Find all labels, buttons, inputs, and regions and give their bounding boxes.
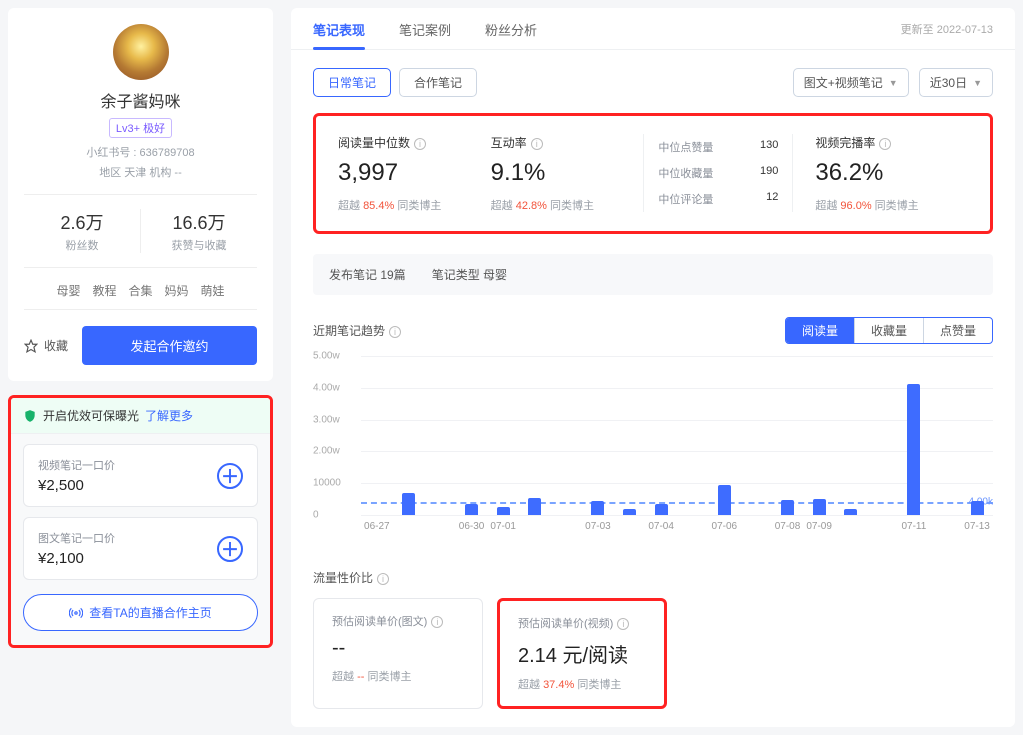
x-tick: 07-06 bbox=[712, 521, 738, 532]
chart-bar[interactable]: 06-30 bbox=[465, 504, 478, 515]
stat-read: 阅读量中位数i 3,997 超越 85.4% 同类博主 bbox=[338, 134, 491, 213]
cpp-value: 2.14 元/阅读 bbox=[518, 639, 646, 668]
add-video-price-button[interactable]: ＋ bbox=[217, 463, 243, 489]
tag[interactable]: 母婴 bbox=[56, 282, 80, 299]
chart-bar[interactable] bbox=[623, 509, 636, 515]
select-range[interactable]: 近30日▼ bbox=[919, 68, 993, 97]
meta-strip: 发布笔记 19篇 笔记类型 母婴 bbox=[313, 254, 993, 295]
chart-bar[interactable]: 07-01 bbox=[497, 507, 510, 515]
stats-summary: 阅读量中位数i 3,997 超越 85.4% 同类博主 互动率i 9.1% 超越… bbox=[313, 113, 993, 234]
stat-mids: 中位点赞量130 中位收藏量190 中位评论量12 bbox=[643, 134, 793, 212]
chart-bar[interactable]: 07-13 bbox=[971, 501, 984, 515]
update-time: 更新至 2022-07-13 bbox=[901, 21, 993, 37]
chart-bar[interactable]: 07-11 bbox=[907, 384, 920, 515]
region-line: 地区 天津 机构 -- bbox=[24, 164, 257, 180]
x-tick: 07-01 bbox=[490, 521, 516, 532]
x-tick: 07-09 bbox=[806, 521, 832, 532]
invite-button[interactable]: 发起合作邀约 bbox=[82, 326, 257, 365]
view-live-button[interactable]: 查看TA的直播合作主页 bbox=[23, 594, 258, 631]
price-card-image: 图文笔记一口价 ¥2,100 ＋ bbox=[23, 517, 258, 580]
price-card-video: 视频笔记一口价 ¥2,500 ＋ bbox=[23, 444, 258, 507]
chart-bar[interactable]: 07-09 bbox=[813, 499, 826, 515]
stat-read-value: 3,997 bbox=[338, 159, 469, 187]
chevron-down-icon: ▼ bbox=[889, 78, 898, 88]
profile-tags: 母婴 教程 合集 妈妈 萌娃 bbox=[24, 267, 257, 310]
profile-card: 余子酱妈咪 Lv3+ 极好 小红书号 : 636789708 地区 天津 机构 … bbox=[8, 8, 273, 381]
x-tick: 06-30 bbox=[459, 521, 485, 532]
x-tick: 07-08 bbox=[775, 521, 801, 532]
x-tick: 07-11 bbox=[901, 521, 926, 532]
likes-count: 16.6万 bbox=[141, 209, 257, 235]
stat-engage: 互动率i 9.1% 超越 42.8% 同类博主 bbox=[491, 134, 644, 213]
stat-video: 视频完播率i 36.2% 超越 96.0% 同类博主 bbox=[793, 134, 968, 213]
tag[interactable]: 合集 bbox=[128, 282, 152, 299]
chart-bar[interactable] bbox=[844, 509, 857, 515]
y-tick: 2.00w bbox=[313, 446, 340, 457]
promo-text: 开启优效可保曝光 bbox=[43, 407, 139, 424]
y-tick: 3.00w bbox=[313, 414, 340, 425]
chart-bar[interactable] bbox=[528, 498, 541, 515]
cpp-card: 预估阅读单价(视频)i2.14 元/阅读超越 37.4% 同类博主 bbox=[497, 598, 667, 709]
profile-name: 余子酱妈咪 bbox=[24, 88, 257, 112]
cpp-value: -- bbox=[332, 637, 464, 660]
x-tick: 07-03 bbox=[585, 521, 611, 532]
favorite-button[interactable]: 收藏 bbox=[24, 337, 68, 354]
info-icon[interactable]: i bbox=[389, 326, 401, 338]
level-badge: Lv3+ 极好 bbox=[109, 118, 172, 138]
y-tick: 5.00w bbox=[313, 351, 340, 362]
price-section-title: 流量性价比 bbox=[313, 571, 373, 585]
y-tick: 10000 bbox=[313, 478, 341, 489]
avatar bbox=[113, 24, 169, 80]
star-icon bbox=[24, 339, 38, 353]
trend-title: 近期笔记趋势 bbox=[313, 324, 385, 338]
pricing-panel: 开启优效可保曝光 了解更多 视频笔记一口价 ¥2,500 ＋ 图文笔记一口价 ¥… bbox=[8, 395, 273, 648]
add-image-price-button[interactable]: ＋ bbox=[217, 536, 243, 562]
select-type[interactable]: 图文+视频笔记▼ bbox=[793, 68, 909, 97]
trend-toggle: 阅读量 收藏量 点赞量 bbox=[785, 317, 993, 344]
info-icon[interactable]: i bbox=[414, 138, 426, 150]
info-icon[interactable]: i bbox=[879, 138, 891, 150]
info-icon[interactable]: i bbox=[531, 138, 543, 150]
x-tick: 07-13 bbox=[964, 521, 990, 532]
toggle-fav[interactable]: 收藏量 bbox=[854, 318, 923, 343]
platform-id: 小红书号 : 636789708 bbox=[24, 144, 257, 160]
info-icon[interactable]: i bbox=[617, 618, 629, 630]
trend-chart: 0100002.00w3.00w4.00w5.00w4.00k06-2706-3… bbox=[313, 356, 993, 541]
shield-icon bbox=[23, 409, 37, 423]
chart-bar[interactable]: 07-03 bbox=[591, 501, 604, 515]
followers-count: 2.6万 bbox=[24, 209, 140, 235]
info-icon[interactable]: i bbox=[431, 616, 443, 628]
chart-bar[interactable]: 07-04 bbox=[655, 504, 668, 515]
tab-cases[interactable]: 笔记案例 bbox=[399, 8, 451, 49]
tag[interactable]: 萌娃 bbox=[201, 282, 225, 299]
subtab-daily[interactable]: 日常笔记 bbox=[313, 68, 391, 97]
tab-fans[interactable]: 粉丝分析 bbox=[485, 8, 537, 49]
x-tick: 07-04 bbox=[648, 521, 674, 532]
chevron-down-icon: ▼ bbox=[973, 78, 982, 88]
chart-bar[interactable] bbox=[402, 493, 415, 515]
tag[interactable]: 教程 bbox=[92, 282, 116, 299]
subtab-collab[interactable]: 合作笔记 bbox=[399, 68, 477, 97]
x-tick: 06-27 bbox=[364, 521, 390, 532]
chart-bar[interactable]: 07-08 bbox=[781, 500, 794, 515]
cpp-card: 预估阅读单价(图文)i--超越 -- 同类博主 bbox=[313, 598, 483, 709]
learn-more-link[interactable]: 了解更多 bbox=[145, 407, 193, 424]
info-icon[interactable]: i bbox=[377, 573, 389, 585]
tab-performance[interactable]: 笔记表现 bbox=[313, 8, 365, 49]
chart-bar[interactable]: 07-06 bbox=[718, 485, 731, 515]
y-tick: 0 bbox=[313, 510, 319, 521]
stat-video-value: 36.2% bbox=[815, 159, 946, 187]
broadcast-icon bbox=[69, 606, 83, 620]
stat-engage-value: 9.1% bbox=[491, 159, 622, 187]
toggle-like[interactable]: 点赞量 bbox=[923, 318, 992, 343]
tag[interactable]: 妈妈 bbox=[165, 282, 189, 299]
toggle-read[interactable]: 阅读量 bbox=[786, 318, 854, 343]
main-card: 笔记表现 笔记案例 粉丝分析 更新至 2022-07-13 日常笔记 合作笔记 … bbox=[291, 8, 1015, 727]
y-tick: 4.00w bbox=[313, 382, 340, 393]
